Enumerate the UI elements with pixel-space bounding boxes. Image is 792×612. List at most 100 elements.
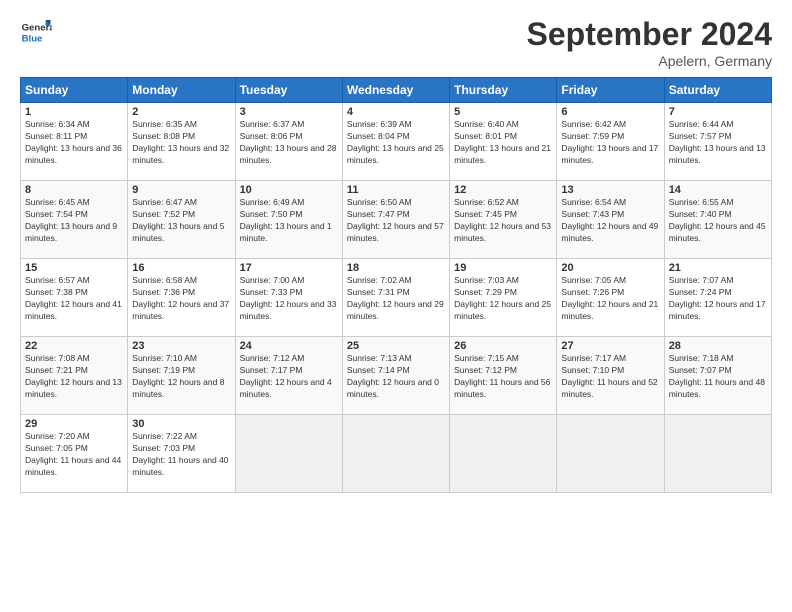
cell-info: Sunrise: 6:34 AMSunset: 8:11 PMDaylight:…	[25, 119, 123, 167]
calendar-cell: 14Sunrise: 6:55 AMSunset: 7:40 PMDayligh…	[664, 181, 771, 259]
day-number: 30	[132, 418, 230, 430]
cell-info: Sunrise: 7:20 AMSunset: 7:05 PMDaylight:…	[25, 431, 123, 479]
calendar-cell	[450, 415, 557, 493]
day-number: 26	[454, 340, 552, 352]
cell-info: Sunrise: 7:12 AMSunset: 7:17 PMDaylight:…	[240, 353, 338, 401]
calendar-cell: 19Sunrise: 7:03 AMSunset: 7:29 PMDayligh…	[450, 259, 557, 337]
calendar-cell: 1Sunrise: 6:34 AMSunset: 8:11 PMDaylight…	[21, 103, 128, 181]
header-row: SundayMondayTuesdayWednesdayThursdayFrid…	[21, 78, 772, 103]
day-number: 20	[561, 262, 659, 274]
location: Apelern, Germany	[527, 53, 772, 69]
week-row-3: 15Sunrise: 6:57 AMSunset: 7:38 PMDayligh…	[21, 259, 772, 337]
cell-info: Sunrise: 7:13 AMSunset: 7:14 PMDaylight:…	[347, 353, 445, 401]
calendar-cell: 3Sunrise: 6:37 AMSunset: 8:06 PMDaylight…	[235, 103, 342, 181]
day-number: 18	[347, 262, 445, 274]
cell-info: Sunrise: 6:37 AMSunset: 8:06 PMDaylight:…	[240, 119, 338, 167]
calendar-cell: 30Sunrise: 7:22 AMSunset: 7:03 PMDayligh…	[128, 415, 235, 493]
cell-info: Sunrise: 6:58 AMSunset: 7:36 PMDaylight:…	[132, 275, 230, 323]
calendar-cell: 16Sunrise: 6:58 AMSunset: 7:36 PMDayligh…	[128, 259, 235, 337]
calendar-cell: 12Sunrise: 6:52 AMSunset: 7:45 PMDayligh…	[450, 181, 557, 259]
week-row-1: 1Sunrise: 6:34 AMSunset: 8:11 PMDaylight…	[21, 103, 772, 181]
day-number: 25	[347, 340, 445, 352]
day-number: 21	[669, 262, 767, 274]
cell-info: Sunrise: 6:54 AMSunset: 7:43 PMDaylight:…	[561, 197, 659, 245]
day-number: 17	[240, 262, 338, 274]
calendar-cell: 10Sunrise: 6:49 AMSunset: 7:50 PMDayligh…	[235, 181, 342, 259]
calendar-cell: 4Sunrise: 6:39 AMSunset: 8:04 PMDaylight…	[342, 103, 449, 181]
calendar-cell: 17Sunrise: 7:00 AMSunset: 7:33 PMDayligh…	[235, 259, 342, 337]
calendar-cell: 20Sunrise: 7:05 AMSunset: 7:26 PMDayligh…	[557, 259, 664, 337]
day-number: 4	[347, 106, 445, 118]
cell-info: Sunrise: 6:40 AMSunset: 8:01 PMDaylight:…	[454, 119, 552, 167]
cell-info: Sunrise: 7:15 AMSunset: 7:12 PMDaylight:…	[454, 353, 552, 401]
calendar-cell: 5Sunrise: 6:40 AMSunset: 8:01 PMDaylight…	[450, 103, 557, 181]
day-number: 12	[454, 184, 552, 196]
week-row-2: 8Sunrise: 6:45 AMSunset: 7:54 PMDaylight…	[21, 181, 772, 259]
day-number: 6	[561, 106, 659, 118]
cell-info: Sunrise: 7:17 AMSunset: 7:10 PMDaylight:…	[561, 353, 659, 401]
calendar-cell: 23Sunrise: 7:10 AMSunset: 7:19 PMDayligh…	[128, 337, 235, 415]
calendar-cell: 11Sunrise: 6:50 AMSunset: 7:47 PMDayligh…	[342, 181, 449, 259]
day-number: 3	[240, 106, 338, 118]
calendar-cell	[342, 415, 449, 493]
cell-info: Sunrise: 6:52 AMSunset: 7:45 PMDaylight:…	[454, 197, 552, 245]
calendar-cell: 22Sunrise: 7:08 AMSunset: 7:21 PMDayligh…	[21, 337, 128, 415]
cell-info: Sunrise: 7:18 AMSunset: 7:07 PMDaylight:…	[669, 353, 767, 401]
day-number: 5	[454, 106, 552, 118]
day-number: 14	[669, 184, 767, 196]
calendar-cell: 13Sunrise: 6:54 AMSunset: 7:43 PMDayligh…	[557, 181, 664, 259]
calendar-cell	[664, 415, 771, 493]
col-header-friday: Friday	[557, 78, 664, 103]
day-number: 19	[454, 262, 552, 274]
cell-info: Sunrise: 6:47 AMSunset: 7:52 PMDaylight:…	[132, 197, 230, 245]
cell-info: Sunrise: 6:42 AMSunset: 7:59 PMDaylight:…	[561, 119, 659, 167]
cell-info: Sunrise: 6:57 AMSunset: 7:38 PMDaylight:…	[25, 275, 123, 323]
cell-info: Sunrise: 7:02 AMSunset: 7:31 PMDaylight:…	[347, 275, 445, 323]
calendar-cell	[235, 415, 342, 493]
calendar-cell: 26Sunrise: 7:15 AMSunset: 7:12 PMDayligh…	[450, 337, 557, 415]
cell-info: Sunrise: 6:35 AMSunset: 8:08 PMDaylight:…	[132, 119, 230, 167]
calendar-cell: 29Sunrise: 7:20 AMSunset: 7:05 PMDayligh…	[21, 415, 128, 493]
week-row-5: 29Sunrise: 7:20 AMSunset: 7:05 PMDayligh…	[21, 415, 772, 493]
cell-info: Sunrise: 6:55 AMSunset: 7:40 PMDaylight:…	[669, 197, 767, 245]
day-number: 22	[25, 340, 123, 352]
col-header-wednesday: Wednesday	[342, 78, 449, 103]
day-number: 8	[25, 184, 123, 196]
cell-info: Sunrise: 7:03 AMSunset: 7:29 PMDaylight:…	[454, 275, 552, 323]
cell-info: Sunrise: 6:50 AMSunset: 7:47 PMDaylight:…	[347, 197, 445, 245]
day-number: 28	[669, 340, 767, 352]
day-number: 13	[561, 184, 659, 196]
day-number: 11	[347, 184, 445, 196]
calendar-cell: 6Sunrise: 6:42 AMSunset: 7:59 PMDaylight…	[557, 103, 664, 181]
calendar-table: SundayMondayTuesdayWednesdayThursdayFrid…	[20, 77, 772, 493]
day-number: 24	[240, 340, 338, 352]
col-header-tuesday: Tuesday	[235, 78, 342, 103]
calendar-cell: 2Sunrise: 6:35 AMSunset: 8:08 PMDaylight…	[128, 103, 235, 181]
cell-info: Sunrise: 7:08 AMSunset: 7:21 PMDaylight:…	[25, 353, 123, 401]
calendar-cell: 7Sunrise: 6:44 AMSunset: 7:57 PMDaylight…	[664, 103, 771, 181]
day-number: 2	[132, 106, 230, 118]
day-number: 10	[240, 184, 338, 196]
page: General Blue September 2024 Apelern, Ger…	[0, 0, 792, 612]
col-header-saturday: Saturday	[664, 78, 771, 103]
day-number: 1	[25, 106, 123, 118]
day-number: 9	[132, 184, 230, 196]
cell-info: Sunrise: 6:44 AMSunset: 7:57 PMDaylight:…	[669, 119, 767, 167]
cell-info: Sunrise: 7:10 AMSunset: 7:19 PMDaylight:…	[132, 353, 230, 401]
logo-icon: General Blue	[20, 16, 52, 48]
cell-info: Sunrise: 7:22 AMSunset: 7:03 PMDaylight:…	[132, 431, 230, 479]
cell-info: Sunrise: 7:07 AMSunset: 7:24 PMDaylight:…	[669, 275, 767, 323]
col-header-monday: Monday	[128, 78, 235, 103]
day-number: 15	[25, 262, 123, 274]
col-header-thursday: Thursday	[450, 78, 557, 103]
month-title: September 2024	[527, 16, 772, 53]
calendar-cell: 9Sunrise: 6:47 AMSunset: 7:52 PMDaylight…	[128, 181, 235, 259]
cell-info: Sunrise: 7:05 AMSunset: 7:26 PMDaylight:…	[561, 275, 659, 323]
calendar-cell: 28Sunrise: 7:18 AMSunset: 7:07 PMDayligh…	[664, 337, 771, 415]
svg-text:Blue: Blue	[22, 34, 43, 45]
calendar-cell: 8Sunrise: 6:45 AMSunset: 7:54 PMDaylight…	[21, 181, 128, 259]
cell-info: Sunrise: 6:39 AMSunset: 8:04 PMDaylight:…	[347, 119, 445, 167]
logo: General Blue	[20, 16, 52, 48]
calendar-cell	[557, 415, 664, 493]
day-number: 29	[25, 418, 123, 430]
